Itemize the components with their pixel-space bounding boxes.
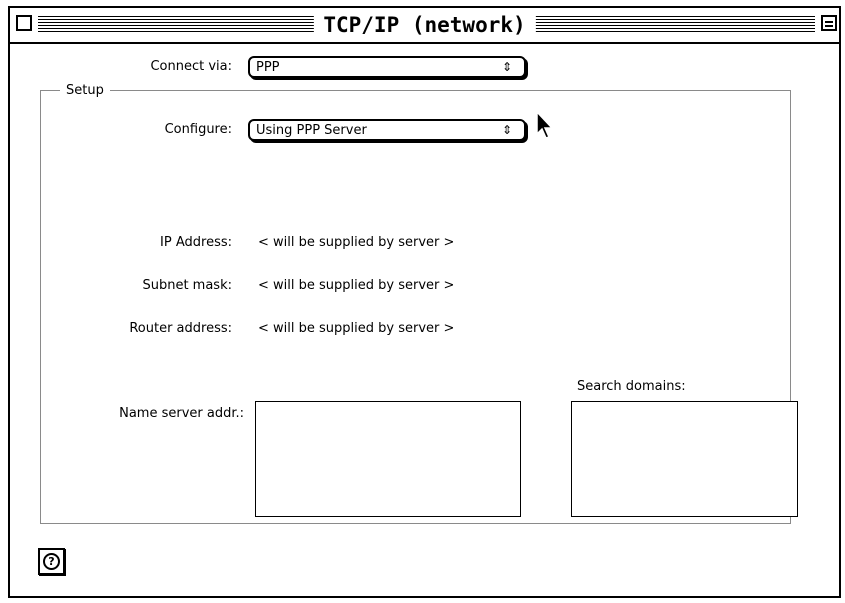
popup-arrows-icon: ⇕ [501, 60, 512, 74]
title-bar[interactable]: TCP/IP (network) [10, 8, 839, 44]
connect-via-popup[interactable]: PPP ⇕ [248, 56, 526, 78]
search-domains-textarea[interactable] [571, 401, 798, 517]
connect-via-label: Connect via: [150, 59, 232, 74]
connect-via-value: PPP [256, 60, 280, 75]
configure-label: Configure: [164, 122, 232, 137]
name-server-label: Name server addr.: [119, 406, 244, 421]
zoom-box-icon[interactable] [821, 15, 837, 31]
help-button[interactable]: ? [38, 548, 65, 575]
router-address-label: Router address: [129, 321, 232, 336]
ip-address-label: IP Address: [160, 235, 232, 250]
configure-popup[interactable]: Using PPP Server ⇕ [248, 119, 526, 141]
subnet-mask-label: Subnet mask: [142, 278, 232, 293]
name-server-textarea[interactable] [255, 401, 521, 517]
setup-group-title: Setup [60, 82, 110, 100]
help-icon: ? [43, 553, 60, 570]
configure-value: Using PPP Server [256, 123, 367, 138]
window-title: TCP/IP (network) [313, 12, 536, 38]
arrow-cursor-icon [536, 110, 554, 139]
subnet-mask-value: < will be supplied by server > [258, 278, 455, 293]
close-box-icon[interactable] [16, 15, 32, 31]
ip-address-value: < will be supplied by server > [258, 235, 455, 250]
popup-arrows-icon: ⇕ [501, 123, 512, 137]
search-domains-label: Search domains: [577, 379, 686, 394]
router-address-value: < will be supplied by server > [258, 321, 455, 336]
